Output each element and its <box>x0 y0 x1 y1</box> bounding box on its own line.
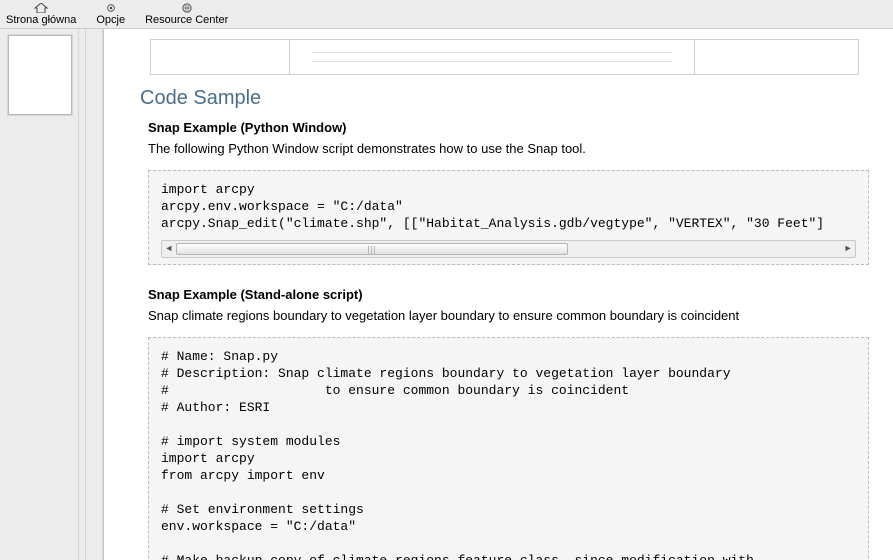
toolbar-home[interactable]: Strona główna <box>6 3 76 26</box>
code-text[interactable]: import arcpy arcpy.env.workspace = "C:/d… <box>161 181 856 232</box>
table-row <box>150 39 859 73</box>
example2-description: Snap climate regions boundary to vegetat… <box>148 308 869 323</box>
scroll-left-arrow[interactable]: ◄ <box>162 242 176 256</box>
toolbar-home-label: Strona główna <box>6 14 76 26</box>
toolbar-options[interactable]: Opcje <box>96 3 125 26</box>
section-heading: Code Sample <box>140 87 869 110</box>
table-cell <box>150 39 290 75</box>
toolbar-options-label: Opcje <box>96 14 125 26</box>
code-sample-2: # Name: Snap.py # Description: Snap clim… <box>148 337 869 560</box>
code-sample-1: import arcpy arcpy.env.workspace = "C:/d… <box>148 170 869 265</box>
scroll-right-arrow[interactable]: ► <box>841 242 855 256</box>
toolbar-resource-center-label: Resource Center <box>145 14 228 26</box>
example2-heading: Snap Example (Stand-alone script) <box>148 287 869 302</box>
document-content: Code Sample Snap Example (Python Window)… <box>103 29 893 560</box>
example1-heading: Snap Example (Python Window) <box>148 120 869 135</box>
toolbar: Strona główna Opcje Resource Center <box>0 0 893 29</box>
thumbnail-sidebar <box>0 29 78 560</box>
toolbar-resource-center[interactable]: Resource Center <box>145 3 228 26</box>
table-cell <box>290 39 695 75</box>
app-window: Strona główna Opcje Resource Center <box>0 0 893 560</box>
horizontal-scrollbar[interactable]: ◄ ► <box>161 240 856 258</box>
scroll-track[interactable] <box>176 242 841 256</box>
sidebar-divider[interactable] <box>78 29 85 560</box>
globe-icon <box>179 3 195 13</box>
table-cell <box>695 39 859 75</box>
scroll-thumb[interactable] <box>176 243 568 255</box>
example1-description: The following Python Window script demon… <box>148 141 869 156</box>
home-icon <box>33 3 49 13</box>
code-text[interactable]: # Name: Snap.py # Description: Snap clim… <box>161 348 856 560</box>
gear-icon <box>103 3 119 13</box>
page-thumbnail[interactable] <box>8 35 72 115</box>
vertical-gutter <box>85 29 103 560</box>
